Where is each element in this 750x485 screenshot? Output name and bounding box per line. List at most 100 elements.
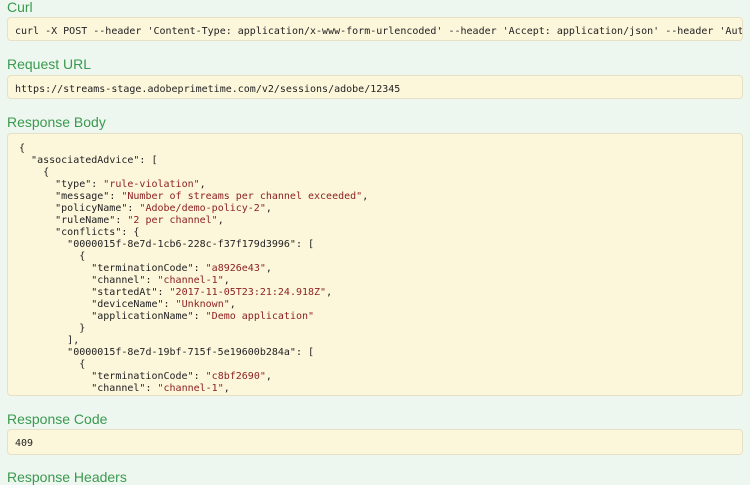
json-string-value: "Adobe/demo-policy-2" — [139, 203, 266, 214]
json-line: "policyName": "Adobe/demo-policy-2", — [19, 203, 731, 215]
json-line: "terminationCode": "a8926e43", — [19, 263, 731, 275]
json-key: "associatedAdvice" — [31, 155, 140, 166]
json-key: "applicationName" — [91, 311, 194, 322]
json-key: "type" — [55, 179, 92, 190]
curl-command-box[interactable]: curl -X POST --header 'Content-Type: app… — [7, 17, 743, 41]
json-punctuation: [ — [308, 347, 315, 358]
json-line: { — [19, 167, 731, 179]
json-key: "terminationCode" — [91, 371, 194, 382]
response-code-label: Response Code — [7, 411, 108, 427]
response-code-box[interactable]: 409 — [7, 429, 743, 455]
json-key: "channel" — [91, 275, 146, 286]
request-url-box[interactable]: https://streams-stage.adobeprimetime.com… — [7, 75, 743, 99]
json-punctuation: , — [265, 371, 272, 382]
json-line: "0000015f-8e7d-1cb6-228c-f37f179d3996": … — [19, 239, 731, 251]
json-separator: : — [109, 191, 122, 202]
json-line: "message": "Number of streams per channe… — [19, 191, 731, 203]
json-key: "channel" — [91, 383, 146, 394]
json-string-value: "channel-1" — [157, 275, 224, 286]
json-punctuation: , — [229, 299, 236, 310]
json-string-value: "2 per channel" — [127, 215, 218, 226]
json-separator: : — [193, 263, 206, 274]
json-separator: : — [193, 311, 206, 322]
json-line: "0000015f-8e7d-19bf-715f-5e19600b284a": … — [19, 347, 731, 359]
json-punctuation: , — [265, 203, 272, 214]
json-separator: : — [295, 347, 308, 358]
json-separator: : — [145, 275, 158, 286]
json-separator: : — [193, 371, 206, 382]
json-separator: : — [139, 155, 152, 166]
json-punctuation: { — [133, 227, 140, 238]
json-line: { — [19, 143, 731, 155]
json-punctuation: , — [199, 179, 206, 190]
json-line: "associatedAdvice": [ — [19, 155, 731, 167]
json-line: "ruleName": "2 per channel", — [19, 215, 731, 227]
json-string-value: "Unknown" — [175, 299, 230, 310]
json-line: "startedAt": "2017-11-05T23:21:24.918Z", — [19, 287, 731, 299]
json-punctuation: [ — [151, 155, 158, 166]
json-punctuation: , — [265, 263, 272, 274]
json-line: "terminationCode": "c8bf2690", — [19, 371, 731, 383]
json-punctuation: , — [326, 287, 333, 298]
json-line: } — [19, 323, 731, 335]
json-key: "startedAt" — [91, 287, 158, 298]
json-key: "conflicts" — [55, 227, 122, 238]
json-key: "ruleName" — [55, 215, 116, 226]
json-punctuation: , — [217, 215, 224, 226]
json-punctuation: , — [223, 275, 230, 286]
response-body-label: Response Body — [7, 114, 106, 130]
json-string-value: "rule-violation" — [103, 179, 200, 190]
json-key: "message" — [55, 191, 110, 202]
json-line: "channel": "channel-1", — [19, 383, 731, 395]
json-string-value: "2017-11-05T23:21:24.918Z" — [169, 287, 327, 298]
json-punctuation: { — [19, 143, 26, 154]
json-key: "policyName" — [55, 203, 128, 214]
json-line: "deviceName": "Unknown", — [19, 299, 731, 311]
json-line: { — [19, 359, 731, 371]
request-url-label: Request URL — [7, 56, 92, 72]
json-separator: : — [121, 227, 134, 238]
json-line: ], — [19, 335, 731, 347]
json-punctuation: , — [223, 383, 230, 394]
json-string-value: "channel-1" — [157, 383, 224, 394]
json-punctuation: { — [43, 167, 50, 178]
json-separator: : — [115, 215, 128, 226]
json-separator: : — [295, 239, 308, 250]
response-body-box[interactable]: { "associatedAdvice": [ { "type": "rule-… — [7, 133, 743, 396]
json-key: "0000015f-8e7d-1cb6-228c-f37f179d3996" — [67, 239, 296, 250]
json-separator: : — [127, 203, 140, 214]
json-separator: : — [145, 383, 158, 394]
json-string-value: "Number of streams per channel exceeded" — [121, 191, 363, 202]
json-key: "terminationCode" — [91, 263, 194, 274]
json-separator: : — [157, 287, 170, 298]
json-punctuation: { — [79, 359, 86, 370]
json-punctuation: [ — [308, 239, 315, 250]
json-line: "applicationName": "Demo application" — [19, 311, 731, 323]
json-line: { — [19, 251, 731, 263]
json-line: "conflicts": { — [19, 227, 731, 239]
json-punctuation: } — [79, 323, 86, 334]
json-string-value: "Demo application" — [205, 311, 315, 322]
json-punctuation: { — [79, 251, 86, 262]
json-punctuation: ], — [67, 335, 80, 346]
response-headers-label: Response Headers — [7, 469, 127, 485]
json-line: "channel": "channel-1", — [19, 275, 731, 287]
